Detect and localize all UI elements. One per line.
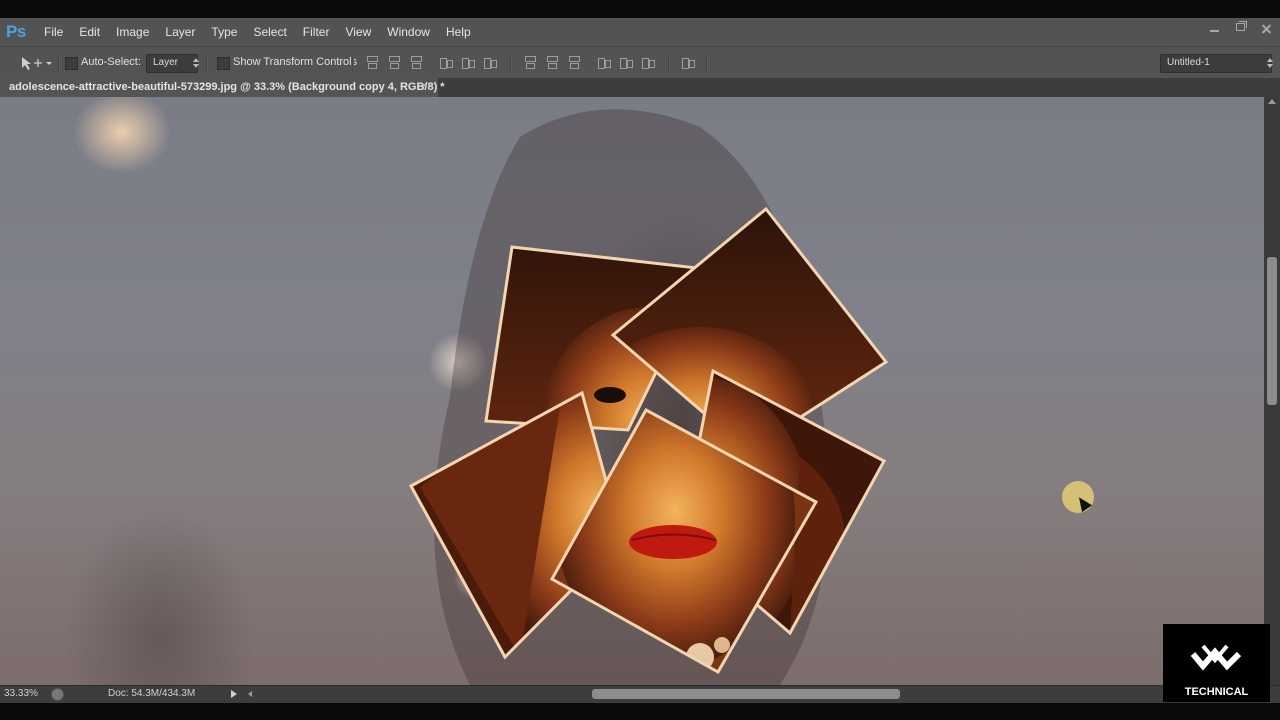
menu-filter[interactable]: Filter xyxy=(295,18,338,46)
distribute-right-edges-icon[interactable] xyxy=(640,55,655,70)
align-top-edges-icon[interactable] xyxy=(364,55,379,70)
distribute-vertical-centers-icon[interactable] xyxy=(544,55,559,70)
move-tool-icon xyxy=(22,57,52,70)
align-left-edges-icon[interactable] xyxy=(438,55,453,70)
menu-window[interactable]: Window xyxy=(379,18,438,46)
distribute-top-edges-icon[interactable] xyxy=(522,55,537,70)
menu-image[interactable]: Image xyxy=(108,18,157,46)
vertical-scrollbar[interactable] xyxy=(1264,97,1280,697)
move-tool-preset-button[interactable] xyxy=(16,53,56,73)
show-transform-controls-checkbox[interactable] xyxy=(217,57,230,70)
zoom-level[interactable]: 33.33% xyxy=(4,688,38,699)
align-vertical-centers-icon[interactable] xyxy=(386,55,401,70)
menu-view[interactable]: View xyxy=(337,18,379,46)
horizontal-scroll-thumb[interactable] xyxy=(592,689,900,699)
photoshop-logo: Ps xyxy=(6,22,26,41)
scroll-up-icon[interactable] xyxy=(1268,99,1276,104)
workspace-value: Untitled-1 xyxy=(1167,57,1210,68)
document-tab[interactable]: adolescence-attractive-beautiful-573299.… xyxy=(0,78,445,97)
menu-list: File Edit Image Layer Type Select Filter… xyxy=(36,18,479,46)
document-tab-bar: adolescence-attractive-beautiful-573299.… xyxy=(0,78,1280,97)
align-right-edges-icon[interactable] xyxy=(482,55,497,70)
close-icon[interactable] xyxy=(1254,18,1280,40)
window-controls xyxy=(1202,18,1280,40)
status-bar: 33.33% Doc: 54.3M/434.3M xyxy=(0,685,1280,703)
watermark-text: TECHNICAL xyxy=(1184,686,1249,698)
options-separator xyxy=(58,53,60,73)
channel-watermark-logo: TECHNICAL xyxy=(1163,624,1270,702)
watermark-emblem-icon xyxy=(1190,644,1242,671)
workspace-dropdown[interactable]: Untitled-1 xyxy=(1160,54,1273,73)
document-tab-title: adolescence-attractive-beautiful-573299.… xyxy=(9,81,445,93)
status-info-icon[interactable] xyxy=(51,688,64,701)
menu-type[interactable]: Type xyxy=(203,18,245,46)
auto-select-label: Auto-Select: xyxy=(81,56,141,68)
align-bottom-edges-icon[interactable] xyxy=(408,55,423,70)
options-bar: Auto-Select: Layer Show Transform Contro… xyxy=(0,46,1280,80)
menu-file[interactable]: File xyxy=(36,18,71,46)
document-size: Doc: 54.3M/434.3M xyxy=(108,688,196,699)
photoshop-window: Ps File Edit Image Layer Type Select Fil… xyxy=(0,18,1280,703)
menu-edit[interactable]: Edit xyxy=(71,18,108,46)
options-separator xyxy=(706,53,708,73)
auto-select-checkbox[interactable] xyxy=(65,57,78,70)
align-horizontal-centers-icon[interactable] xyxy=(460,55,475,70)
status-menu-arrow-icon[interactable] xyxy=(231,690,237,698)
menu-select[interactable]: Select xyxy=(245,18,294,46)
minimize-icon[interactable] xyxy=(1202,18,1228,40)
options-separator xyxy=(510,53,512,73)
distribute-bottom-edges-icon[interactable] xyxy=(566,55,581,70)
options-separator xyxy=(668,53,670,73)
align-edges-group xyxy=(364,55,497,71)
document-canvas[interactable] xyxy=(0,97,1264,685)
auto-align-group xyxy=(680,55,695,71)
auto-align-layers-icon[interactable] xyxy=(680,55,695,70)
horizontal-scrollbar[interactable] xyxy=(248,688,1148,700)
options-separator xyxy=(206,53,208,73)
menu-bar: Ps File Edit Image Layer Type Select Fil… xyxy=(0,18,1280,46)
auto-select-target-value: Layer xyxy=(153,57,179,68)
canvas-artwork xyxy=(408,109,889,685)
vertical-scroll-thumb[interactable] xyxy=(1267,257,1277,405)
distribute-group xyxy=(522,55,655,71)
document-tab-close-icon[interactable]: × xyxy=(421,80,427,92)
show-transform-controls-label: Show Transform Controls xyxy=(233,56,358,68)
scroll-left-icon[interactable] xyxy=(248,691,252,697)
distribute-horizontal-centers-icon[interactable] xyxy=(618,55,633,70)
menu-help[interactable]: Help xyxy=(438,18,479,46)
menu-layer[interactable]: Layer xyxy=(157,18,203,46)
options-separator xyxy=(352,53,354,73)
auto-select-target-dropdown[interactable]: Layer xyxy=(146,54,199,73)
restore-icon[interactable] xyxy=(1228,18,1254,40)
distribute-left-edges-icon[interactable] xyxy=(596,55,611,70)
